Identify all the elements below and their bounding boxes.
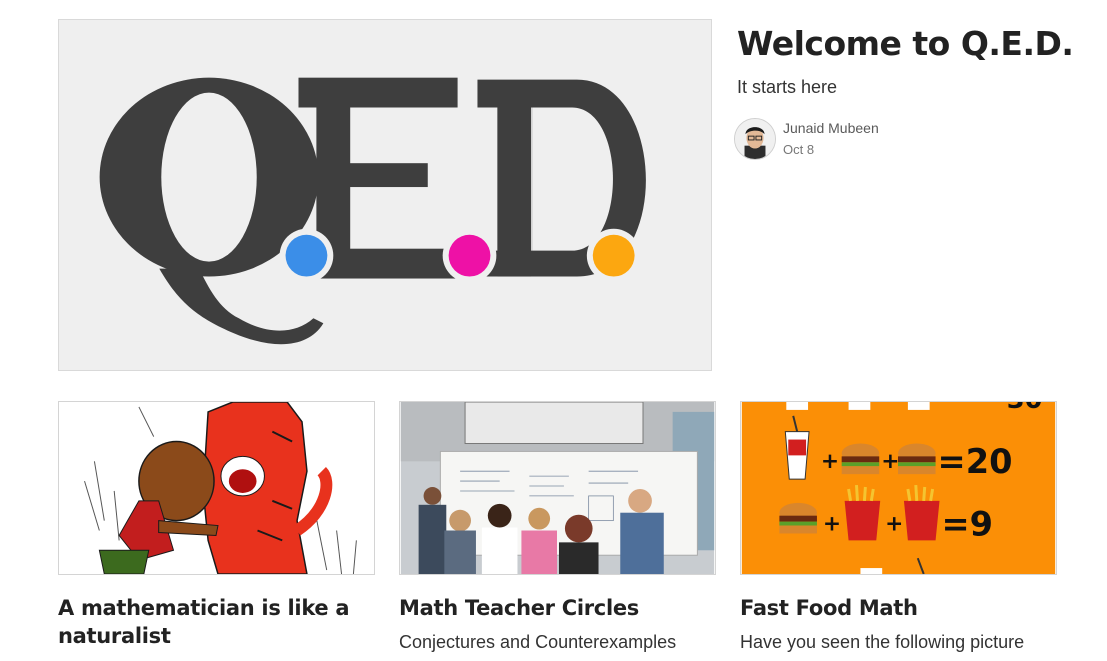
post-card-image[interactable]: 30 + + =20 + +: [740, 401, 1057, 575]
orange-dot: [592, 234, 635, 277]
author-name[interactable]: Junaid Mubeen: [783, 119, 879, 137]
post-card: 30 + + =20 + +: [740, 401, 1057, 654]
magenta-dot: [448, 234, 491, 277]
svg-text:+: +: [885, 512, 903, 537]
post-card-title[interactable]: Math Teacher Circles: [399, 594, 716, 622]
blue-dot: [285, 234, 328, 277]
post-card: A mathematician is like a naturalist: [58, 401, 375, 658]
post-date: Oct 8: [783, 142, 815, 157]
post-card-description: Conjectures and Counterexamples: [399, 632, 677, 652]
puzzle-row2-result: =9: [942, 504, 994, 543]
svg-text:+: +: [821, 449, 839, 474]
featured-post-image[interactable]: [58, 19, 712, 371]
post-card-title[interactable]: A mathematician is like a naturalist: [58, 594, 375, 650]
post-card: Math Teacher Circles Conjectures and Cou…: [399, 401, 716, 654]
post-card-image[interactable]: [399, 401, 716, 575]
featured-post-subtitle: It starts here: [737, 77, 838, 97]
featured-post-title[interactable]: Welcome to Q.E.D.: [737, 22, 1077, 66]
svg-text:+: +: [881, 449, 899, 474]
puzzle-top-result: 30: [1007, 402, 1043, 415]
author-byline: Junaid Mubeen Oct 8: [734, 118, 879, 160]
post-card-title[interactable]: Fast Food Math: [740, 594, 1057, 622]
author-avatar[interactable]: [734, 118, 776, 160]
qed-logo: [59, 20, 711, 370]
puzzle-row1-result: =20: [938, 442, 1013, 481]
post-card-description: Have you seen the following picture: [740, 632, 1025, 652]
post-card-image[interactable]: [58, 401, 375, 575]
svg-text:+: +: [823, 512, 841, 537]
featured-post-text: Welcome to Q.E.D. It starts here: [737, 22, 1077, 98]
